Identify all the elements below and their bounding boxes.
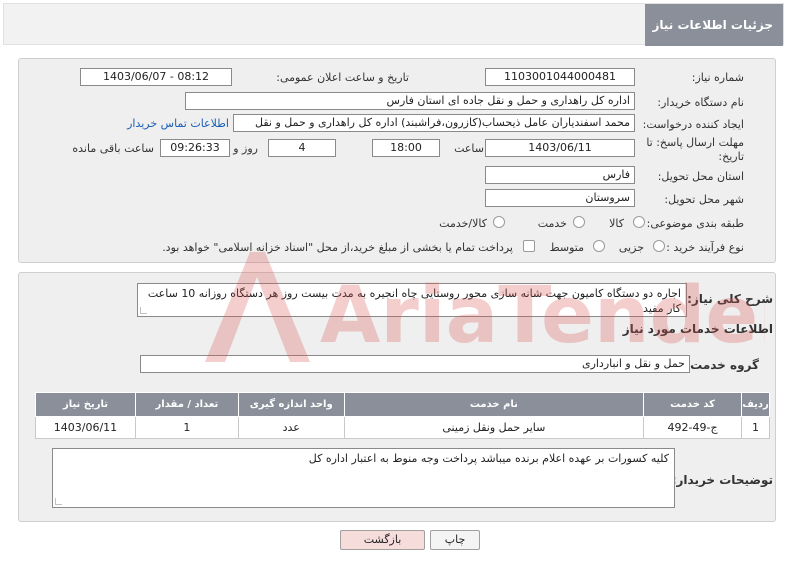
announce-date-label: تاریخ و ساعت اعلان عمومی: bbox=[276, 71, 409, 84]
category-radio-goods[interactable] bbox=[633, 216, 645, 228]
col-header-date: تاریخ نیاز bbox=[35, 392, 136, 417]
process-type-label: نوع فرآیند خرید : bbox=[666, 241, 744, 254]
back-button[interactable]: بازگشت bbox=[340, 530, 425, 550]
col-header-quantity: تعداد / مقدار bbox=[134, 392, 239, 417]
category-option-service: خدمت bbox=[537, 217, 567, 230]
days-label: روز و bbox=[233, 142, 258, 155]
table-row: 1 ج-49-492 سایر حمل ونقل زمینی عدد 1 140… bbox=[35, 416, 770, 439]
remaining-time-field: 09:26:33 bbox=[160, 139, 230, 157]
col-header-unit: واحد اندازه گیری bbox=[237, 392, 345, 417]
cell-need-date: 1403/06/11 bbox=[35, 416, 136, 439]
cell-quantity: 1 bbox=[134, 416, 239, 439]
cell-row-number: 1 bbox=[741, 416, 770, 439]
cell-service-code: ج-49-492 bbox=[643, 416, 743, 439]
remaining-time-label: ساعت باقی مانده bbox=[72, 142, 154, 155]
deadline-date-field: 1403/06/11 bbox=[485, 139, 635, 157]
page-header: جزئیات اطلاعات نیاز bbox=[3, 3, 784, 46]
buyer-notes-label: توضیحات خریدار: bbox=[671, 473, 773, 487]
category-option-goods-service: کالا/خدمت bbox=[439, 217, 487, 230]
service-group-field: حمل و نقل و انبارداری bbox=[140, 355, 690, 373]
col-header-code: کد خدمت bbox=[643, 392, 743, 417]
buyer-org-field: اداره کل راهداری و حمل و نقل جاده ای است… bbox=[185, 92, 635, 110]
deadline-time-field: 18:00 bbox=[372, 139, 440, 157]
treasury-payment-checkbox[interactable] bbox=[523, 240, 535, 252]
services-table: ردیف کد خدمت نام خدمت واحد اندازه گیری ت… bbox=[35, 392, 770, 439]
category-radio-service[interactable] bbox=[573, 216, 585, 228]
announce-date-field: 1403/06/07 - 08:12 bbox=[80, 68, 232, 86]
need-number-field: 1103001044000481 bbox=[485, 68, 635, 86]
deadline-time-label: ساعت bbox=[454, 142, 484, 155]
province-label: استان محل تحویل: bbox=[657, 170, 744, 183]
cell-unit: عدد bbox=[237, 416, 345, 439]
process-radio-medium[interactable] bbox=[593, 240, 605, 252]
category-radio-goods-service[interactable] bbox=[493, 216, 505, 228]
services-table-header: ردیف کد خدمت نام خدمت واحد اندازه گیری ت… bbox=[35, 392, 770, 417]
col-header-row: ردیف bbox=[741, 392, 770, 417]
creator-label: ایجاد کننده درخواست: bbox=[642, 118, 744, 131]
city-label: شهر محل تحویل: bbox=[664, 193, 744, 206]
category-option-goods: کالا bbox=[609, 217, 624, 230]
category-label: طبقه بندی موضوعی: bbox=[646, 217, 744, 230]
page-title: جزئیات اطلاعات نیاز bbox=[645, 4, 783, 46]
province-field: فارس bbox=[485, 166, 635, 184]
buyer-org-label: نام دستگاه خریدار: bbox=[657, 96, 744, 109]
service-group-label: گروه خدمت: bbox=[685, 358, 759, 372]
summary-textarea[interactable]: اجاره دو دستگاه کامیون جهت شانه سازی محو… bbox=[137, 283, 687, 317]
treasury-payment-note: پرداخت تمام یا بخشی از مبلغ خرید،از محل … bbox=[162, 241, 513, 254]
cell-service-name: سایر حمل ونقل زمینی bbox=[343, 416, 645, 439]
services-section-title: اطلاعات خدمات مورد نیاز bbox=[622, 322, 773, 336]
process-option-medium: متوسط bbox=[549, 241, 584, 254]
summary-label: شرح کلی نیاز: bbox=[687, 292, 773, 306]
days-remaining-field: 4 bbox=[268, 139, 336, 157]
deadline-label: مهلت ارسال پاسخ: تا تاریخ: bbox=[646, 136, 744, 163]
need-number-label: شماره نیاز: bbox=[691, 71, 744, 84]
process-option-minor: جزیی bbox=[618, 241, 644, 254]
buyer-notes-textarea[interactable]: کلیه کسورات بر عهده اعلام برنده میباشد پ… bbox=[52, 448, 675, 508]
city-field: سروستان bbox=[485, 189, 635, 207]
process-radio-minor[interactable] bbox=[653, 240, 665, 252]
col-header-name: نام خدمت bbox=[343, 392, 645, 417]
creator-field: محمد اسفندیاران عامل ذیحساب(کازرون،فراشب… bbox=[233, 114, 635, 132]
buyer-contact-link[interactable]: اطلاعات تماس خریدار bbox=[127, 117, 229, 130]
print-button[interactable]: چاپ bbox=[430, 530, 480, 550]
